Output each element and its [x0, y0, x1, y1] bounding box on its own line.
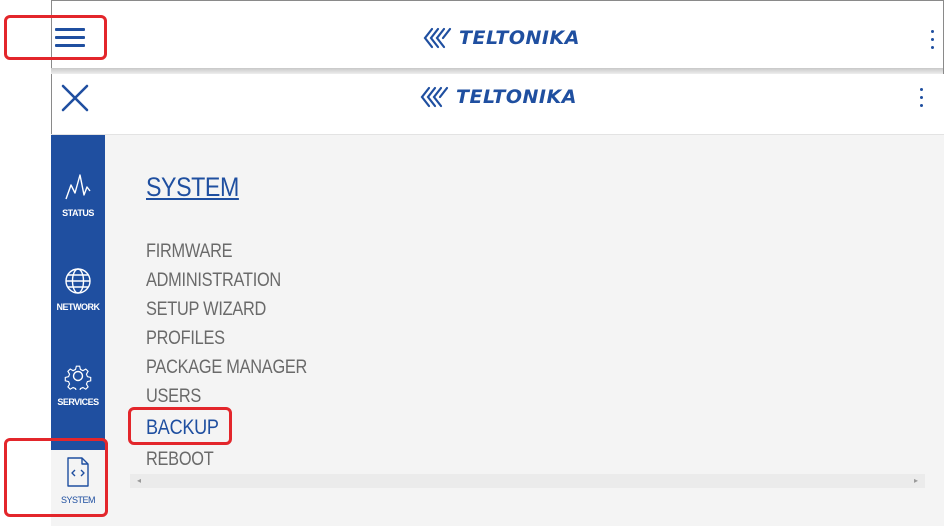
gear-icon: [64, 365, 92, 393]
drawer-brand-name: TELTONIKA: [456, 86, 577, 108]
menu-link-users[interactable]: USERS: [146, 386, 201, 408]
menu-link-reboot[interactable]: REBOOT: [146, 449, 214, 471]
sidebar-item-services[interactable]: SERVICES: [51, 362, 105, 407]
highlight-hamburger: [4, 15, 107, 60]
scroll-left-arrow-icon[interactable]: ◂: [132, 474, 146, 488]
sidebar-item-label: NETWORK: [56, 302, 101, 312]
menu-link-setup-wizard[interactable]: SETUP WIZARD: [146, 299, 266, 321]
highlight-system: [4, 438, 108, 517]
close-icon[interactable]: [60, 83, 90, 113]
drawer-kebab-menu-icon[interactable]: [919, 88, 925, 110]
sidebar-item-status[interactable]: STATUS: [51, 173, 105, 218]
brand-name: TELTONIKA: [459, 27, 580, 49]
teltonika-mark-icon: [423, 27, 452, 49]
menu-link-package-manager[interactable]: PACKAGE MANAGER: [146, 357, 307, 379]
scroll-right-arrow-icon[interactable]: ▸: [909, 474, 923, 488]
drawer-brand-logo: TELTONIKA: [420, 86, 577, 108]
menu-link-profiles[interactable]: PROFILES: [146, 328, 225, 350]
brand-logo: TELTONIKA: [423, 27, 580, 49]
sidebar-item-label: SERVICES: [57, 397, 99, 407]
sidebar-item-label: STATUS: [62, 208, 94, 218]
highlight-backup: [128, 407, 232, 445]
kebab-menu-icon[interactable]: [930, 30, 936, 52]
activity-icon: [65, 174, 91, 200]
menu-link-firmware[interactable]: FIRMWARE: [146, 241, 233, 263]
sidebar-item-network[interactable]: NETWORK: [51, 267, 105, 312]
section-title[interactable]: SYSTEM: [146, 172, 239, 203]
globe-icon: [65, 268, 91, 294]
menu-link-administration[interactable]: ADMINISTRATION: [146, 270, 281, 292]
teltonika-mark-icon: [420, 86, 449, 108]
horizontal-scrollbar[interactable]: ◂ ▸: [130, 474, 925, 488]
